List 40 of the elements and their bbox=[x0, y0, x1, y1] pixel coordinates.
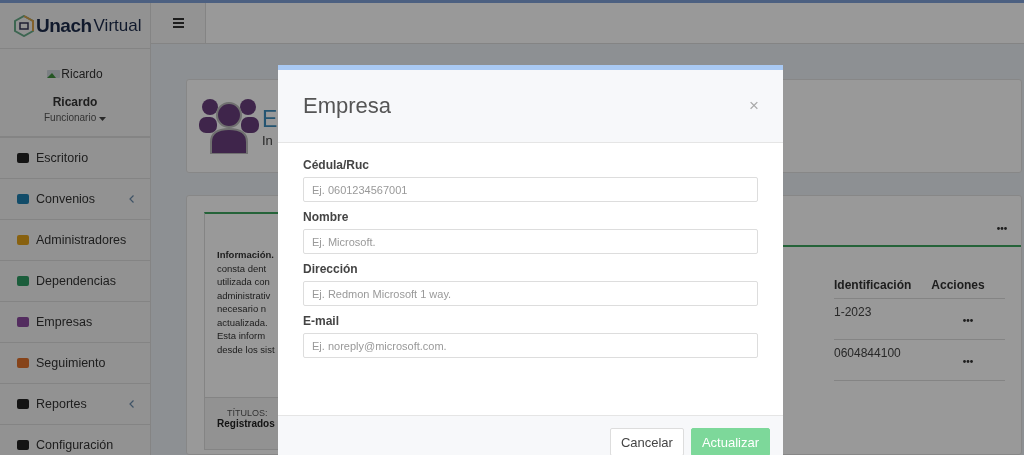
input-field[interactable]: Ej. 0601234567001 bbox=[303, 177, 758, 202]
avatar-alt-text: Ricardo bbox=[61, 67, 103, 81]
field-label: Nombre bbox=[303, 210, 350, 224]
titles-value: Registrados bbox=[217, 418, 275, 429]
column-header: Acciones bbox=[931, 272, 1005, 299]
more-icon[interactable] bbox=[997, 227, 1007, 230]
modal-title: Empresa bbox=[303, 93, 392, 119]
titles-label: TÍTULOS: bbox=[227, 408, 268, 418]
users-icon bbox=[199, 98, 259, 154]
page-title: E bbox=[262, 104, 278, 133]
user-name: Ricardo bbox=[52, 95, 98, 109]
page-subtitle: In bbox=[262, 132, 274, 148]
hexagon-logo-icon bbox=[14, 14, 34, 37]
sidebar-item[interactable]: Empresas bbox=[0, 302, 150, 343]
table-cell: 0604844100 bbox=[834, 346, 901, 360]
input-field[interactable]: Ej. Redmon Microsoft 1 way. bbox=[303, 281, 758, 306]
cancel-button[interactable]: Cancelar bbox=[609, 428, 684, 455]
field-label: E-mail bbox=[303, 314, 340, 328]
more-icon[interactable] bbox=[963, 360, 973, 363]
sidebar-item[interactable]: Escritorio bbox=[0, 138, 150, 179]
field-label: Cédula/Ruc bbox=[303, 158, 370, 172]
sidebar-item[interactable]: Configuración bbox=[0, 425, 150, 455]
sidebar-item[interactable]: Dependencias bbox=[0, 261, 150, 302]
user-role-dropdown[interactable]: Funcionario bbox=[44, 112, 106, 123]
broken-image-icon bbox=[47, 69, 62, 79]
sidebar-item[interactable]: Seguimiento bbox=[0, 343, 150, 384]
input-field[interactable]: Ej. noreply@microsoft.com. bbox=[303, 333, 758, 358]
brand-suffix: Virtual bbox=[93, 15, 142, 36]
field-label: Dirección bbox=[303, 262, 359, 276]
brand-name: Unach bbox=[36, 14, 92, 37]
caret-icon bbox=[99, 117, 106, 121]
table-cell: 1-2023 bbox=[834, 305, 872, 319]
sidebar-item[interactable]: Administradores bbox=[0, 220, 150, 261]
menu-button[interactable] bbox=[151, 3, 206, 43]
column-header: Identificación bbox=[834, 272, 932, 299]
info-paragraph: Información. consta dent utilizada con administrativ necesario n actualizada. Esta inform desde los sist bbox=[217, 248, 275, 356]
sidebar-item[interactable]: Convenios bbox=[0, 179, 150, 220]
input-field[interactable]: Ej. Microsoft. bbox=[303, 229, 758, 254]
sidebar-item[interactable]: Reportes bbox=[0, 384, 150, 425]
more-icon[interactable] bbox=[963, 319, 973, 322]
